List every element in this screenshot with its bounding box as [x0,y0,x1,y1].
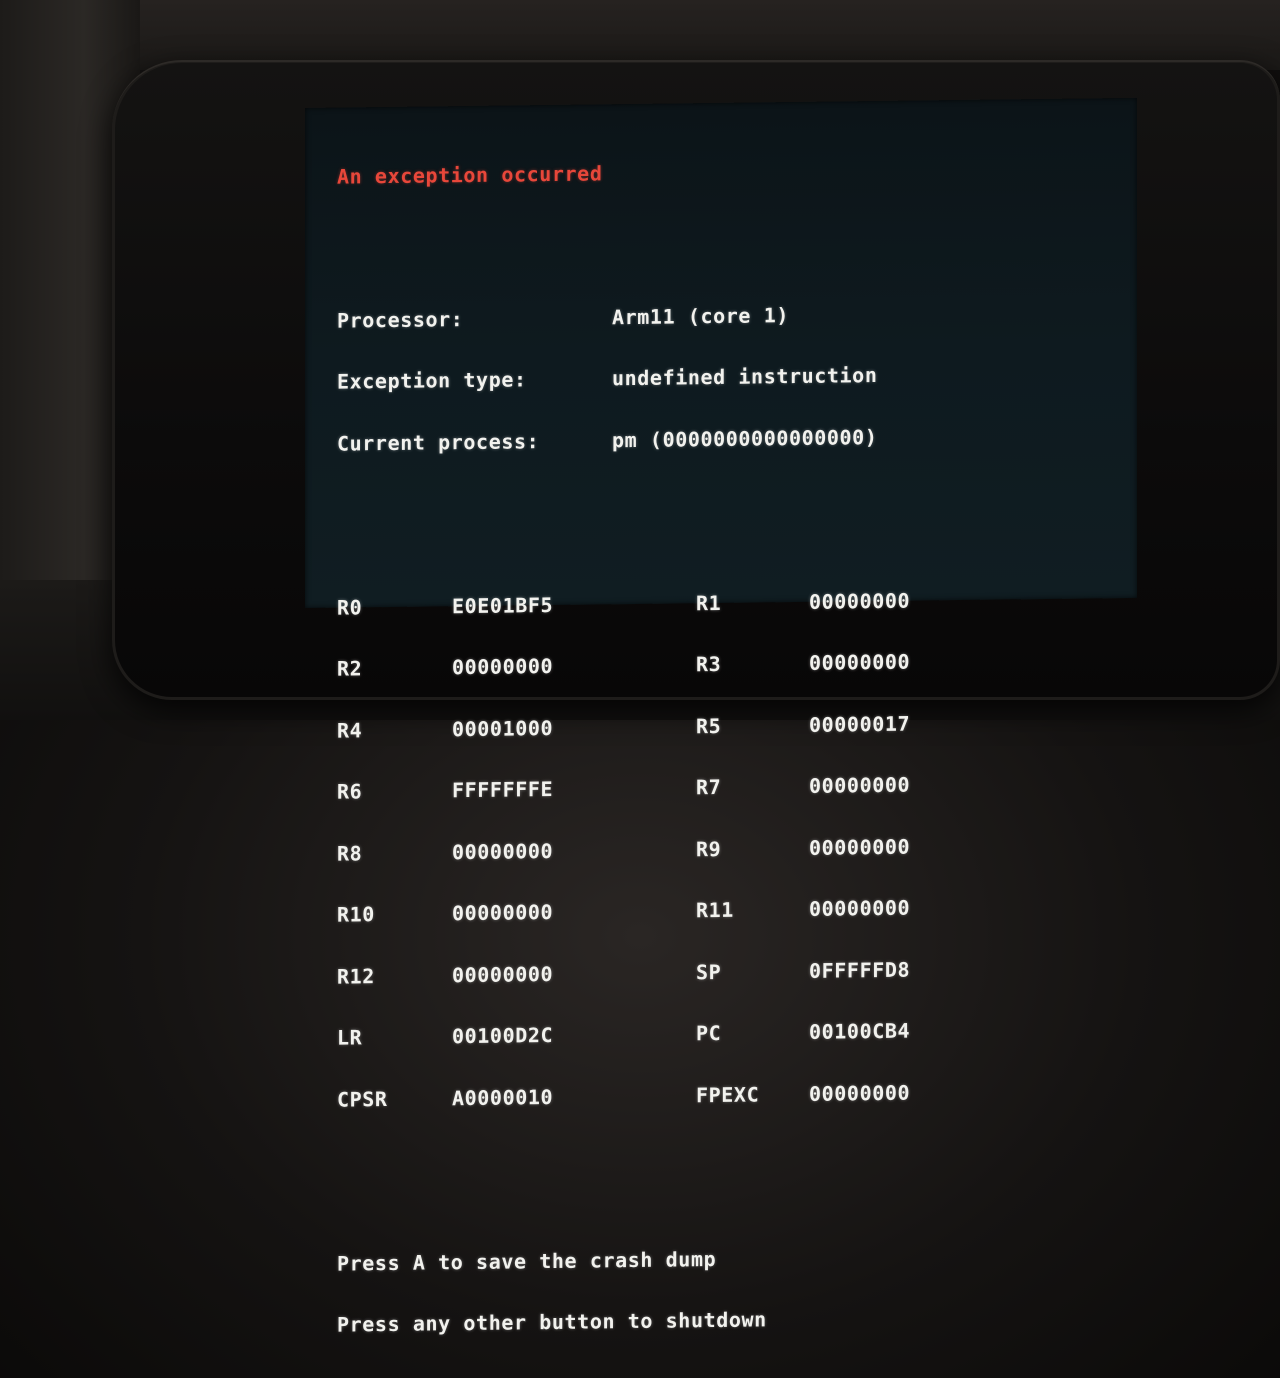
console-screen: An exception occurred Processor: Arm11 (… [305,97,1137,1337]
register-value: 00000017 [809,711,911,737]
info-label: Current process: [337,428,540,456]
prompt-save-dump: Press A to save the crash dump [337,1246,717,1276]
register-name: R2 [337,656,363,681]
register-row: R0 E0E01BF5 R1 00000000 [337,588,1117,620]
register-name: R12 [337,963,375,989]
crash-screen-text: An exception occurred Processor: Arm11 (… [337,116,1117,1376]
register-row: R12 00000000 SP 0FFFFFD8 [337,957,1117,989]
register-name: R8 [337,840,363,866]
register-name: R3 [696,651,722,677]
register-name: LR [337,1025,363,1050]
register-row: R8 00000000 R9 00000000 [337,834,1117,866]
exception-title: An exception occurred [337,161,603,189]
register-value: 00000000 [452,961,554,987]
info-row-processor: Processor: Arm11 (core 1) [337,301,1117,333]
register-value: 0FFFFFD8 [809,957,911,983]
info-label: Exception type: [337,367,527,394]
register-value: 00001000 [452,715,554,741]
register-row: R2 00000000 R3 00000000 [337,649,1117,681]
register-row: CPSR A0000010 FPEXC 00000000 [337,1080,1117,1112]
info-value: undefined instruction [612,363,878,391]
info-row-current-process: Current process: pm (0000000000000000) [337,424,1117,456]
register-value: 00000000 [809,772,911,798]
register-row: R4 00001000 R5 00000017 [337,711,1117,743]
register-value: E0E01BF5 [452,592,554,618]
register-value: 00100CB4 [809,1018,911,1044]
register-name: CPSR [337,1086,388,1112]
register-name: R4 [337,717,363,743]
register-row: R10 00000000 R11 00000000 [337,895,1117,927]
prompt-shutdown: Press any other button to shutdown [337,1307,767,1337]
register-name: R11 [696,897,734,923]
register-name: R9 [696,836,722,861]
register-value: 00100D2C [452,1022,554,1049]
register-row: LR 00100D2C PC 00100CB4 [337,1018,1117,1050]
register-value: 00000000 [452,838,554,864]
info-value: Arm11 (core 1) [612,302,789,329]
register-row: R6 FFFFFFFE R7 00000000 [337,772,1117,804]
register-name: R10 [337,902,375,927]
register-name: R5 [696,713,722,738]
register-name: R7 [696,774,722,800]
register-value: FFFFFFFE [452,776,554,803]
register-value: 00000000 [452,653,554,680]
register-name: R0 [337,594,363,620]
register-value: 00000000 [809,1080,911,1106]
register-name: SP [696,959,722,984]
register-value: 00000000 [452,899,554,926]
register-value: 00000000 [809,649,911,675]
register-name: PC [696,1020,722,1046]
register-name: R1 [696,590,722,615]
info-label: Processor: [337,306,464,333]
register-name: R6 [337,779,363,804]
register-value: 00000000 [809,895,911,921]
register-value: 00000000 [809,588,911,614]
register-value: A0000010 [452,1084,554,1110]
register-name: FPEXC [696,1081,760,1107]
info-row-exception-type: Exception type: undefined instruction [337,362,1117,394]
register-value: 00000000 [809,834,911,860]
info-value: pm (0000000000000000) [612,424,878,452]
